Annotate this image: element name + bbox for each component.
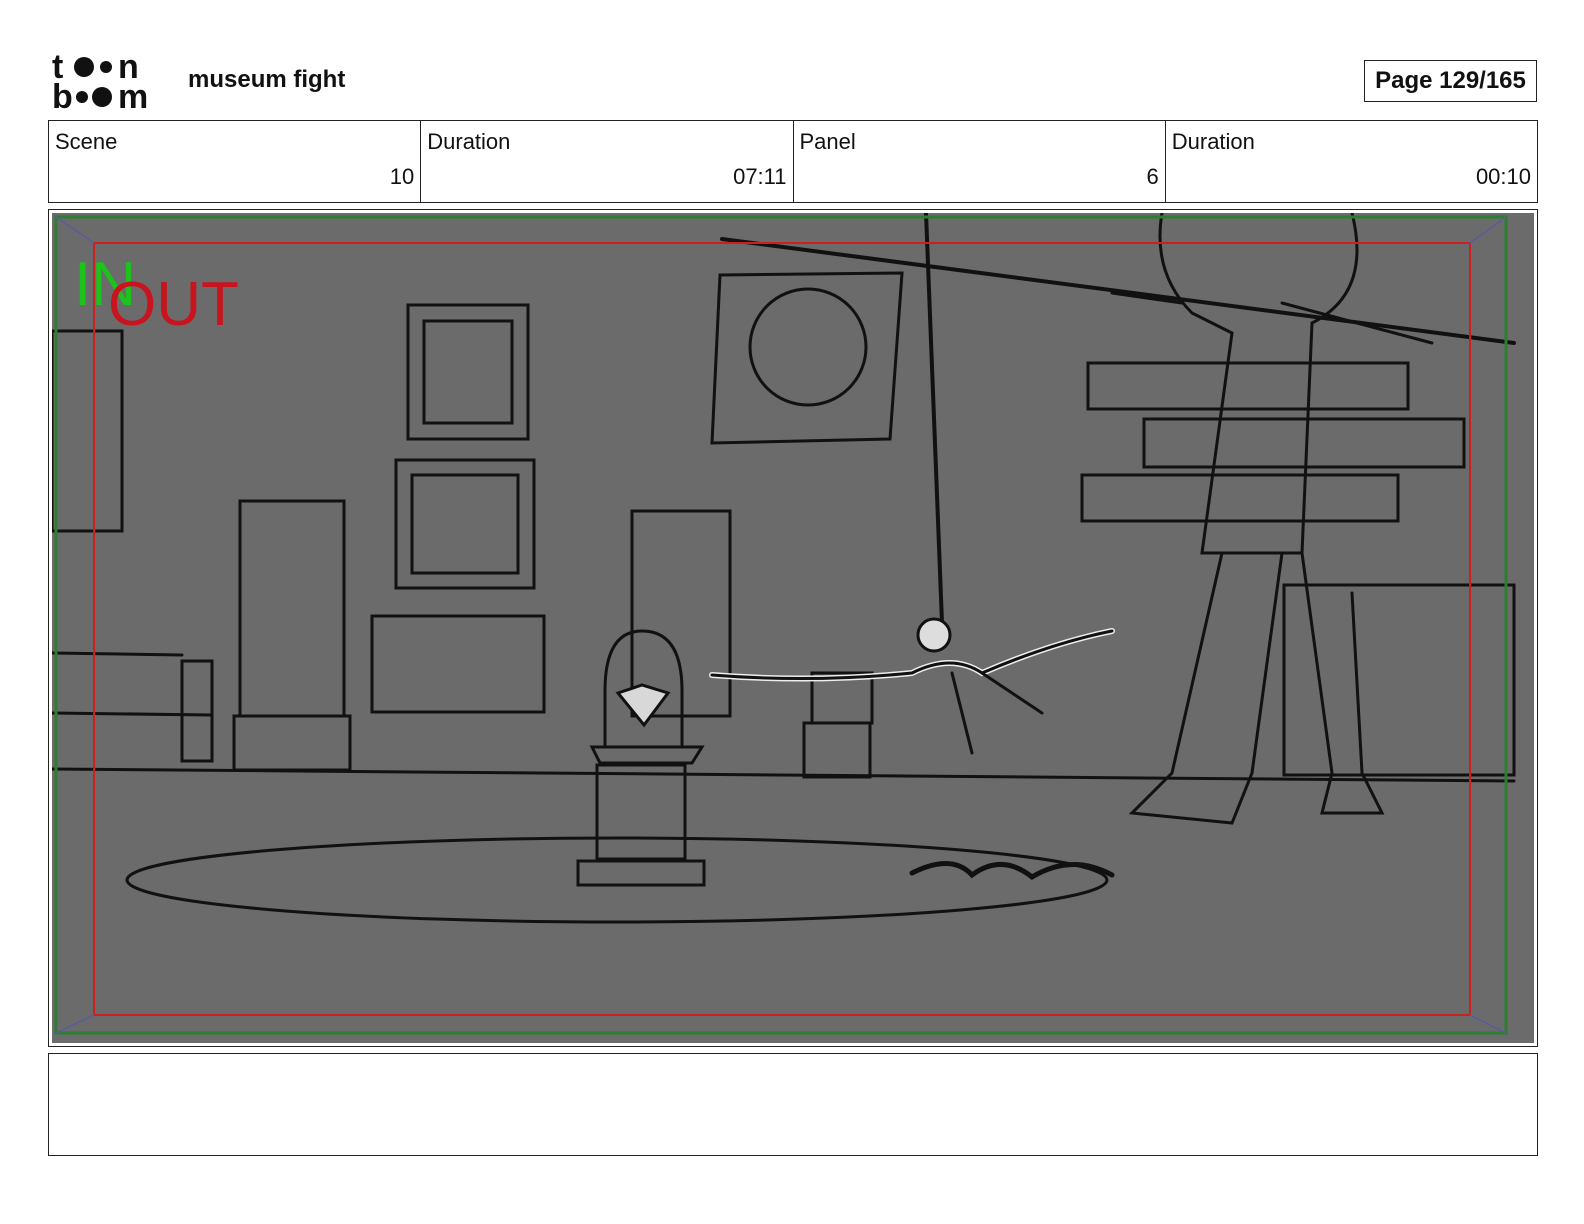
out-marker: OUT — [108, 270, 239, 339]
panel-duration-cell: Duration 00:10 — [1166, 121, 1537, 202]
svg-text:m: m — [118, 78, 148, 112]
panel-duration-label: Duration — [1171, 129, 1255, 154]
panel-duration-value: 00:10 — [1475, 164, 1531, 189]
storyboard-panel: IN OUT — [48, 209, 1538, 1047]
panel-label: Panel — [799, 129, 856, 154]
scene-duration-value: 07:11 — [733, 164, 787, 189]
panel-cell: Panel 6 — [794, 121, 1166, 202]
scene-value: 10 — [389, 164, 415, 189]
scene-cell: Scene 10 — [49, 121, 422, 202]
scene-label: Scene — [55, 129, 118, 154]
panel-drawing: IN OUT — [52, 213, 1534, 1043]
toon-boom-logo: t n b m — [52, 48, 164, 116]
scene-duration-cell: Duration 07:11 — [421, 121, 794, 202]
project-title: museum fight — [188, 66, 346, 93]
scene-info-table: Scene 10 Duration 07:11 Panel 6 Duration… — [48, 120, 1538, 203]
page-indicator: Page 129/165 — [1364, 60, 1537, 102]
panel-value: 6 — [1146, 164, 1159, 189]
panel-notes-box — [48, 1053, 1538, 1156]
scene-duration-label: Duration — [427, 129, 511, 154]
svg-text:b: b — [52, 78, 73, 112]
